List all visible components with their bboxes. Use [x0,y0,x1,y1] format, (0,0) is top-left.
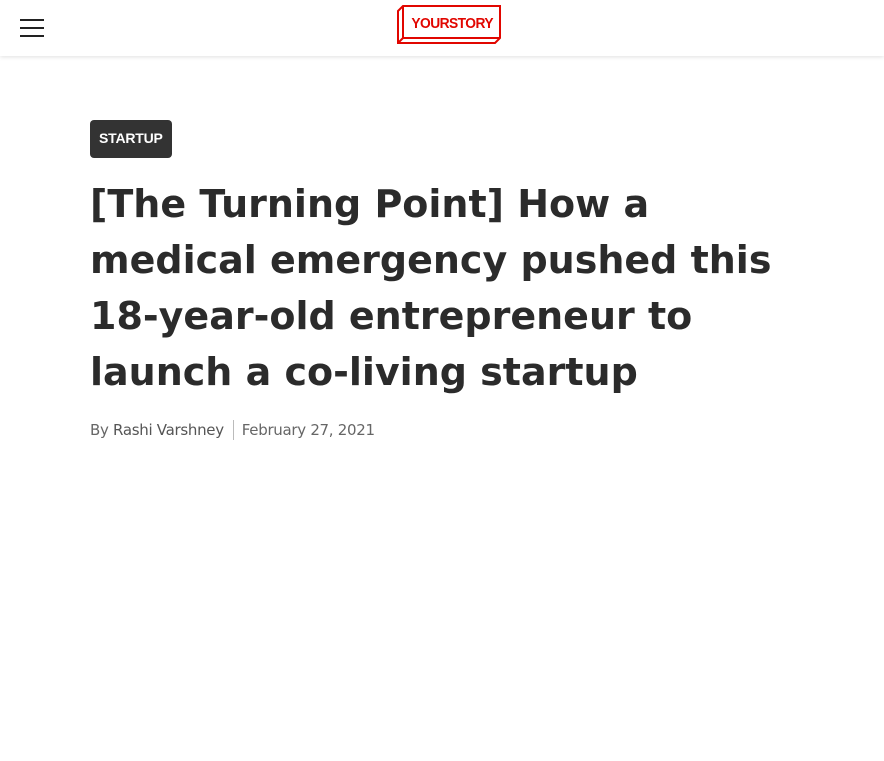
menu-line [20,19,44,21]
site-header: YOURSTORY [0,0,884,56]
menu-line [20,35,44,37]
article-header: STARTUP [The Turning Point] How a medica… [90,120,810,440]
category-tag[interactable]: STARTUP [90,120,172,158]
byline-divider [232,420,234,440]
article-byline: By Rashi Varshney February 27, 2021 [90,420,810,440]
publish-date: February 27, 2021 [241,421,375,439]
byline-prefix: By [90,421,109,439]
yourstory-logo[interactable]: YOURSTORY [397,5,501,45]
article-title: [The Turning Point] How a medical emerge… [90,182,772,394]
author-link[interactable]: Rashi Varshney [113,421,224,439]
menu-line [20,27,44,29]
hamburger-menu-icon[interactable] [20,18,44,38]
logo-graphic: YOURSTORY [397,5,501,44]
svg-text:YOURSTORY: YOURSTORY [411,16,494,33]
